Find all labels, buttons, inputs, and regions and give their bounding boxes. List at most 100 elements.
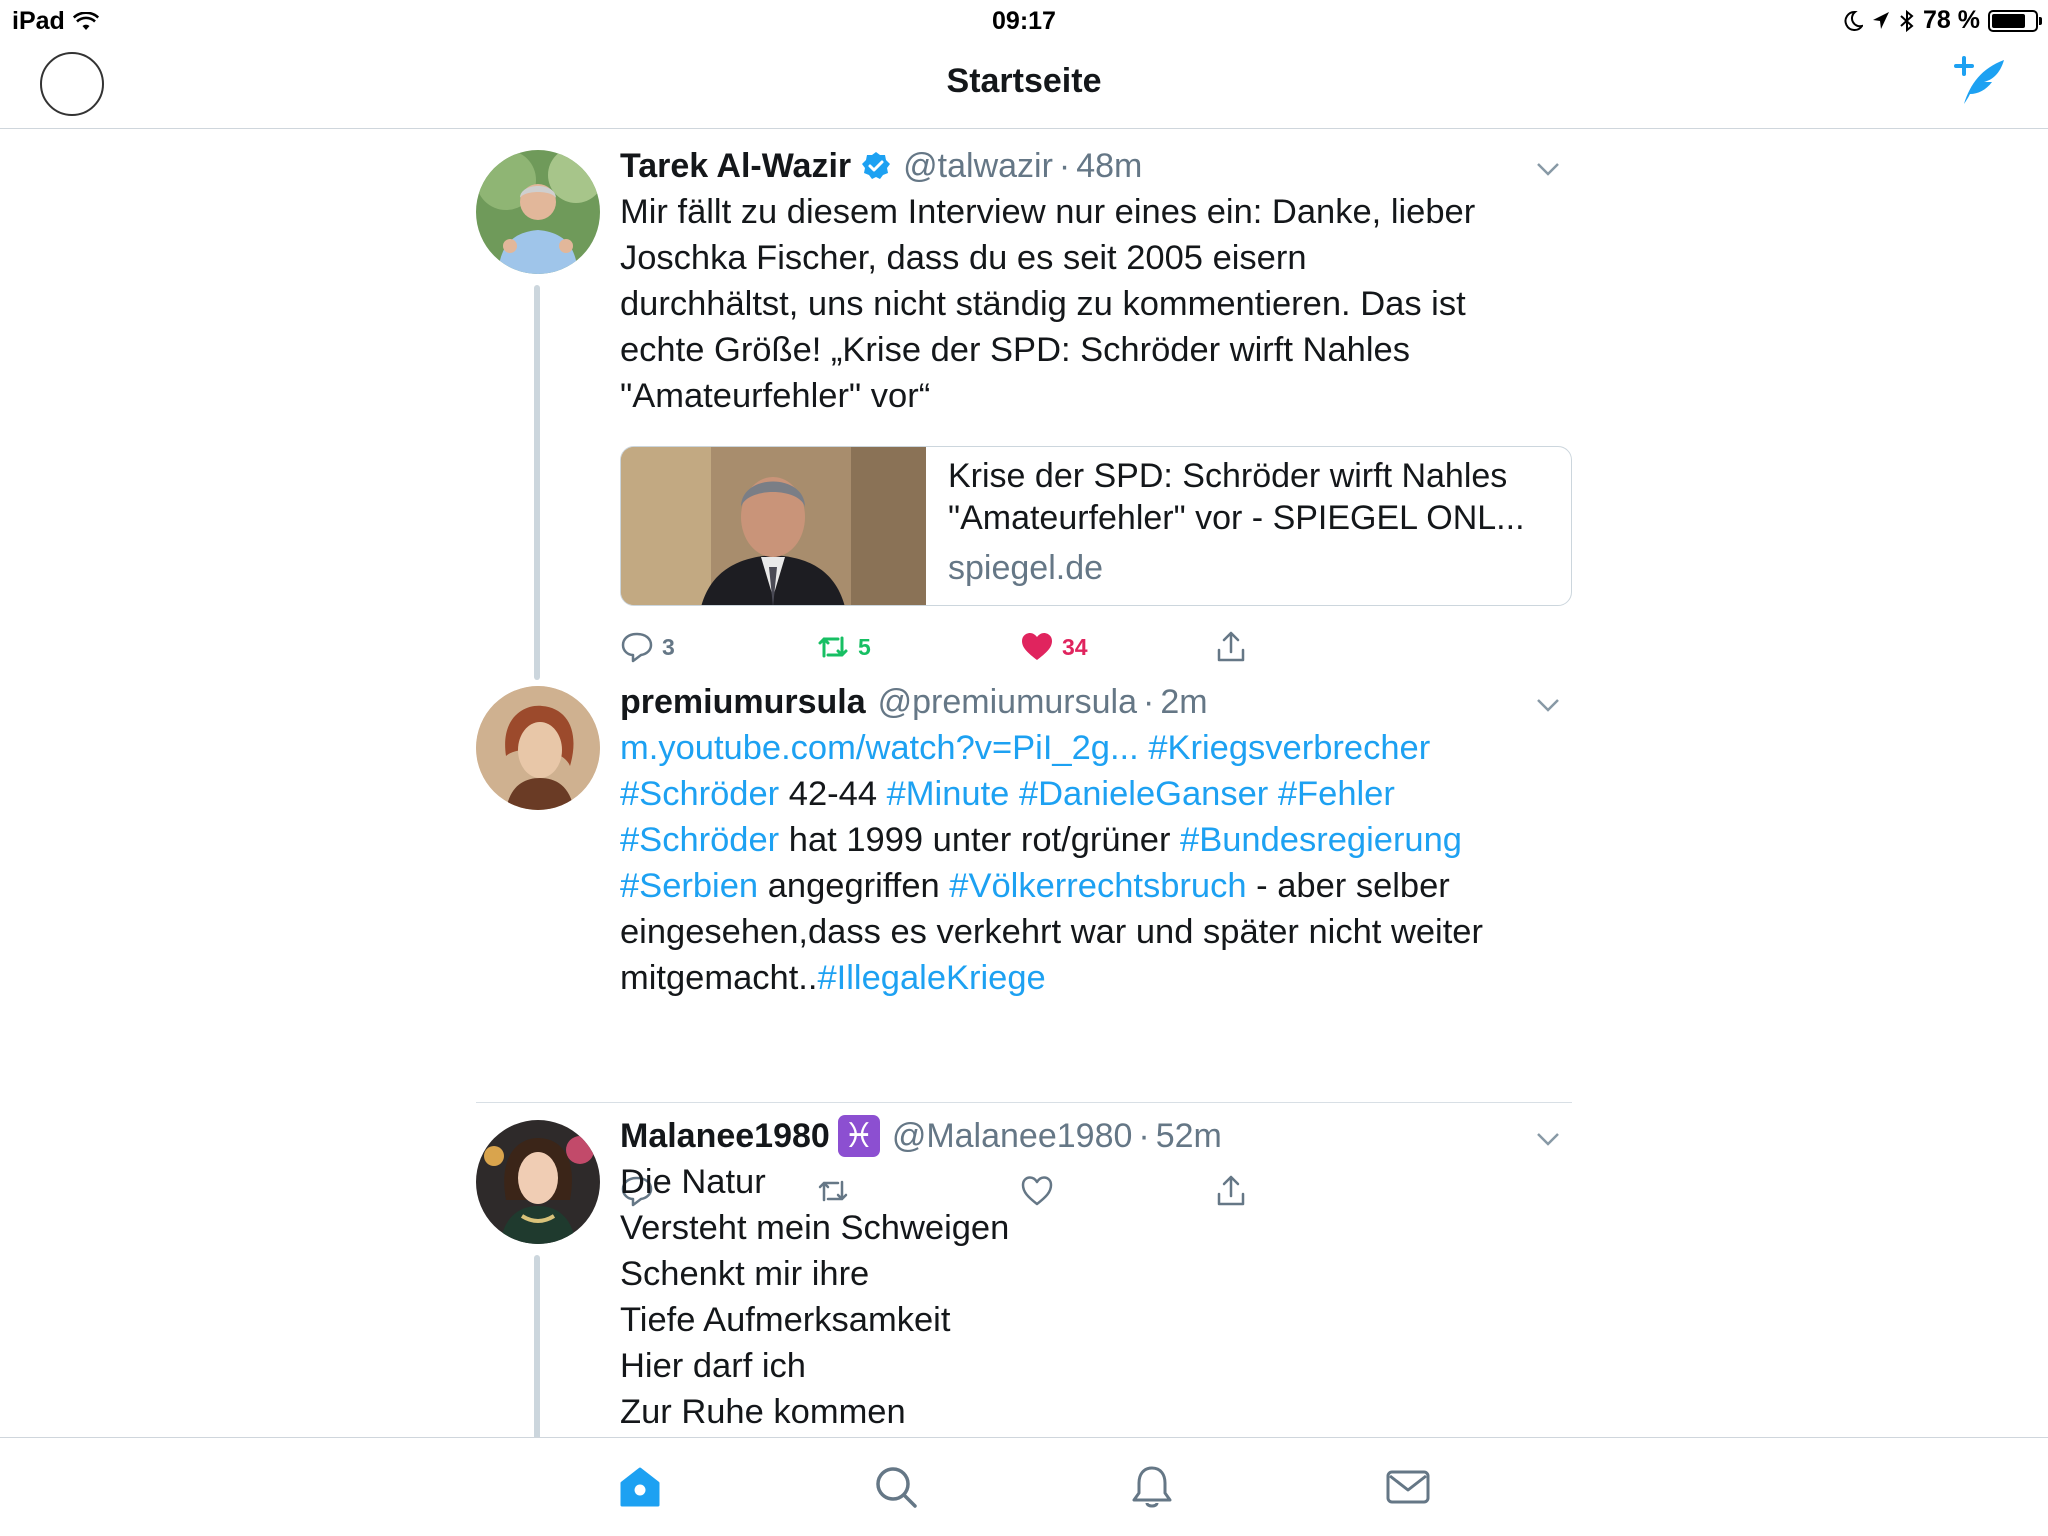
text-line: #Serbien angegriffen #Völkerrechtsbruch … bbox=[620, 863, 1560, 909]
thread-line bbox=[534, 1255, 540, 1440]
status-right: 78 % bbox=[1843, 6, 2042, 35]
like-button[interactable]: 34 bbox=[1020, 630, 1088, 664]
card-title: "Amateurfehler" vor - SPIEGEL ONL... bbox=[948, 499, 1525, 537]
tweet-content: Tarek Al-Wazir @talwazir · 48m Mir fällt… bbox=[620, 145, 1560, 419]
reply-icon bbox=[621, 632, 653, 663]
hashtag-link[interactable]: #Kriegsverbrecher bbox=[1148, 729, 1430, 767]
heart-filled-icon bbox=[1022, 633, 1052, 660]
like-count: 34 bbox=[1062, 633, 1088, 660]
avatar[interactable] bbox=[476, 686, 600, 810]
thread-line bbox=[534, 285, 540, 680]
text-segment bbox=[1139, 729, 1149, 767]
text-line: Tiefe Aufmerksamkeit bbox=[620, 1301, 951, 1339]
avatar[interactable] bbox=[476, 150, 600, 274]
location-arrow-icon bbox=[1873, 11, 1890, 29]
share-button[interactable] bbox=[1214, 630, 1248, 664]
bell-icon[interactable] bbox=[1128, 1463, 1176, 1511]
user-name[interactable]: Malanee1980 bbox=[620, 1115, 830, 1157]
tweet[interactable]: Malanee1980 ♓ @Malanee1980 · 52m Die Nat… bbox=[476, 1115, 1572, 1440]
mail-icon[interactable] bbox=[1384, 1463, 1432, 1511]
navigation-bar: Startseite bbox=[0, 40, 2048, 129]
compose-tweet-icon[interactable] bbox=[1948, 54, 2008, 110]
text-segment: eingesehen,dass es verkehrt war und spät… bbox=[620, 913, 1483, 951]
text-segment bbox=[1009, 775, 1019, 813]
card-title: Krise der SPD: Schröder wirft Nahles bbox=[948, 457, 1508, 495]
text-line: Joschka Fischer, dass du es seit 2005 ei… bbox=[620, 239, 1307, 277]
card-domain: spiegel.de bbox=[948, 549, 1104, 587]
text-line: Hier darf ich bbox=[620, 1347, 806, 1385]
text-line: "Amateurfehler" vor“ bbox=[620, 377, 931, 415]
text-segment bbox=[1268, 775, 1278, 813]
text-line: Zur Ruhe kommen bbox=[620, 1393, 906, 1431]
reply-count: 3 bbox=[662, 633, 675, 660]
text-segment: 42-44 bbox=[779, 775, 887, 813]
moon-icon bbox=[1844, 10, 1864, 31]
text-line: Mir fällt zu diesem Interview nur eines … bbox=[620, 193, 1476, 231]
card-body: Krise der SPD: Schröder wirft Nahles "Am… bbox=[926, 447, 1547, 605]
text-line: Schenkt mir ihre bbox=[620, 1255, 870, 1293]
battery-icon bbox=[1988, 9, 2042, 32]
tweet-time: 2m bbox=[1160, 683, 1208, 721]
tweet-header: Malanee1980 ♓ @Malanee1980 · 52m bbox=[620, 1115, 1560, 1157]
text-line: echte Größe! „Krise der SPD: Schröder wi… bbox=[620, 331, 1410, 369]
tweet-text: m.youtube.com/watch?v=PiI_2g... #Kriegsv… bbox=[620, 725, 1560, 1001]
tweet-time: 48m bbox=[1076, 147, 1143, 185]
avatar[interactable] bbox=[476, 1120, 600, 1244]
tweet-divider bbox=[476, 1102, 1572, 1103]
user-handle[interactable]: @premiumursula bbox=[878, 681, 1137, 723]
tweet-header: Tarek Al-Wazir @talwazir · 48m bbox=[620, 145, 1560, 187]
search-icon[interactable] bbox=[872, 1463, 920, 1511]
text-segment: hat 1999 unter rot/grüner bbox=[779, 821, 1181, 859]
text-line: m.youtube.com/watch?v=PiI_2g... #Kriegsv… bbox=[620, 725, 1560, 771]
home-icon[interactable] bbox=[616, 1463, 664, 1511]
retweet-icon bbox=[818, 636, 848, 658]
user-handle[interactable]: @Malanee1980 bbox=[892, 1115, 1133, 1157]
hashtag-link[interactable]: #Minute bbox=[887, 775, 1010, 813]
tweet-header: premiumursula @premiumursula · 2m bbox=[620, 681, 1560, 723]
text-line: mitgemacht..#IllegaleKriege bbox=[620, 955, 1560, 1001]
chevron-down-icon[interactable] bbox=[1536, 162, 1560, 176]
text-segment: mitgemacht.. bbox=[620, 959, 818, 997]
link-card[interactable]: Krise der SPD: Schröder wirft Nahles "Am… bbox=[620, 446, 1572, 606]
chevron-down-icon[interactable] bbox=[1536, 1132, 1560, 1146]
text-line: #Schröder hat 1999 unter rot/grüner #Bun… bbox=[620, 817, 1560, 863]
chevron-down-icon[interactable] bbox=[1536, 698, 1560, 712]
user-name[interactable]: Tarek Al-Wazir bbox=[620, 145, 851, 187]
tweet[interactable]: Tarek Al-Wazir @talwazir · 48m Mir fällt… bbox=[476, 130, 1572, 680]
url-link[interactable]: m.youtube.com/watch?v=PiI_2g... bbox=[620, 729, 1139, 767]
text-segment: - aber selber bbox=[1246, 867, 1450, 905]
hashtag-link[interactable]: #Schröder bbox=[620, 775, 779, 813]
tweet-time: 52m bbox=[1155, 1117, 1222, 1155]
separator-dot: · bbox=[1058, 147, 1071, 185]
tweet-text: Die Natur Versteht mein Schweigen Schenk… bbox=[620, 1159, 1560, 1435]
hashtag-link[interactable]: #Bundesregierung bbox=[1180, 821, 1462, 859]
verified-badge-icon bbox=[862, 152, 891, 179]
bluetooth-icon bbox=[1900, 9, 1914, 32]
reply-button[interactable]: 3 bbox=[620, 630, 675, 664]
tweet-content: premiumursula @premiumursula · 2m m.yout… bbox=[620, 681, 1560, 1001]
hashtag-link[interactable]: #Völkerrechtsbruch bbox=[949, 867, 1246, 905]
hashtag-link[interactable]: #Schröder bbox=[620, 821, 779, 859]
hashtag-link[interactable]: #IllegaleKriege bbox=[817, 959, 1045, 997]
card-thumbnail bbox=[621, 447, 926, 605]
text-line: Versteht mein Schweigen bbox=[620, 1209, 1010, 1247]
text-line: eingesehen,dass es verkehrt war und spät… bbox=[620, 909, 1560, 955]
tab-bar bbox=[0, 1437, 2048, 1536]
hashtag-link[interactable]: #DanieleGanser bbox=[1019, 775, 1268, 813]
text-segment: angegriffen bbox=[758, 867, 950, 905]
user-handle[interactable]: @talwazir bbox=[903, 145, 1053, 187]
hashtag-link[interactable]: #Fehler bbox=[1278, 775, 1395, 813]
user-name[interactable]: premiumursula bbox=[620, 681, 866, 723]
status-time: 09:17 bbox=[992, 7, 1056, 35]
separator-dot: · bbox=[1138, 1117, 1150, 1155]
text-line: durchhältst, uns nicht ständig zu kommen… bbox=[620, 285, 1466, 323]
pisces-emoji: ♓ bbox=[837, 1115, 880, 1157]
retweet-count: 5 bbox=[858, 633, 871, 660]
separator-dot: · bbox=[1143, 683, 1155, 721]
text-line: #Schröder 42-44 #Minute #DanieleGanser #… bbox=[620, 771, 1560, 817]
hashtag-link[interactable]: #Serbien bbox=[620, 867, 758, 905]
status-bar: iPad 09:17 78 % bbox=[0, 0, 2048, 40]
page-title: Startseite bbox=[946, 62, 1102, 100]
retweet-button[interactable]: 5 bbox=[816, 630, 871, 664]
text-line: Die Natur bbox=[620, 1163, 766, 1201]
